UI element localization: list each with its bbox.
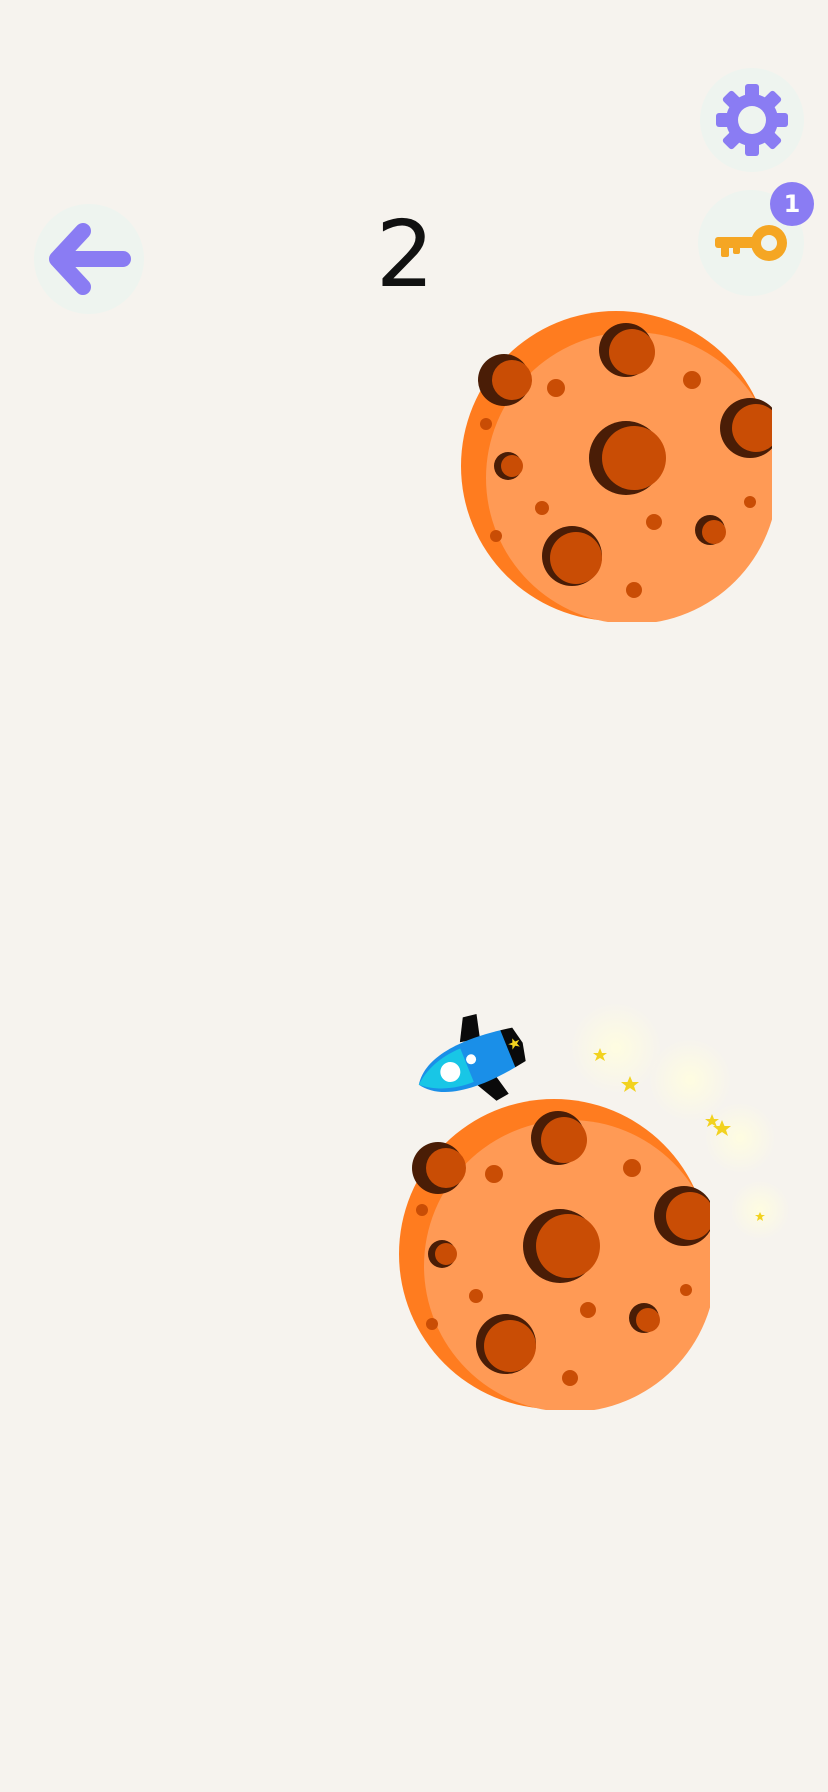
- keys-count-badge: 1: [770, 182, 814, 226]
- arrow-left-icon: [49, 223, 131, 295]
- current-planet[interactable]: [398, 1098, 710, 1410]
- target-planet[interactable]: [460, 310, 772, 622]
- gear-icon: [716, 84, 788, 156]
- score-counter: 2: [375, 201, 435, 308]
- back-button[interactable]: [34, 204, 144, 314]
- game-screen[interactable]: 2 1: [0, 0, 828, 1792]
- settings-button[interactable]: [700, 68, 804, 172]
